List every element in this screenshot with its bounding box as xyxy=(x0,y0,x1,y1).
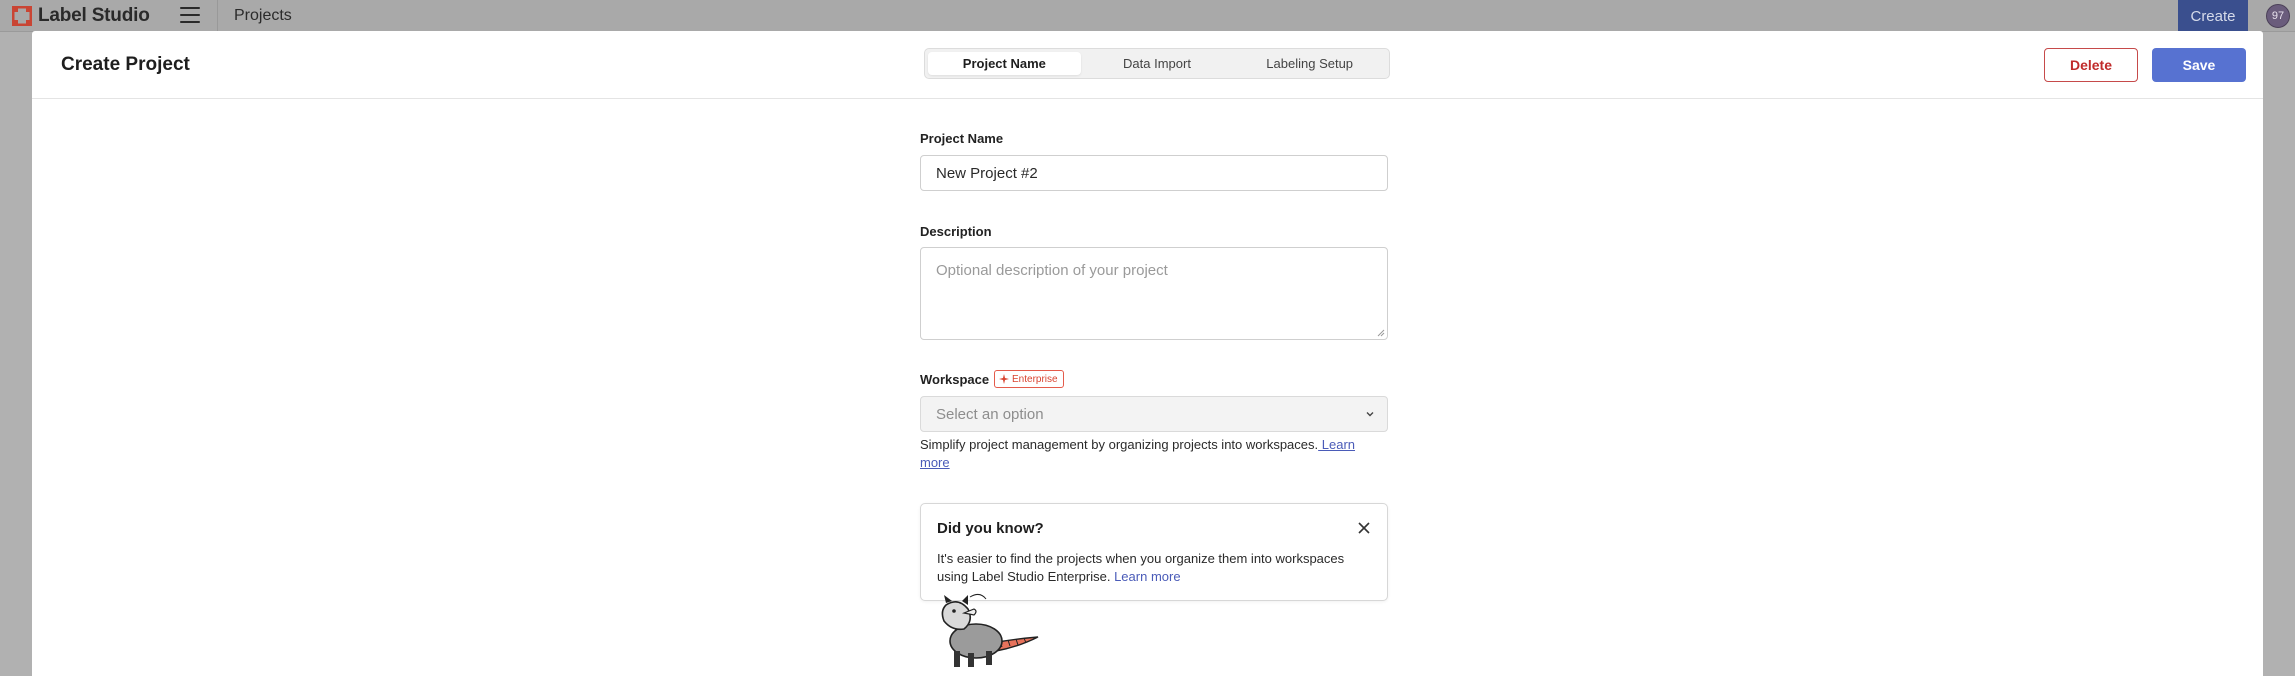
workspace-select[interactable]: Select an option xyxy=(920,396,1388,432)
close-icon[interactable] xyxy=(1357,521,1371,535)
tip-learn-more-link[interactable]: Learn more xyxy=(1114,569,1180,584)
breadcrumb-projects[interactable]: Projects xyxy=(234,7,292,25)
create-button[interactable]: Create xyxy=(2178,0,2248,32)
app-name: Label Studio xyxy=(38,5,150,26)
create-project-modal: Create Project Project Name Data Import … xyxy=(32,31,2263,676)
helper-text: Simplify project management by organizin… xyxy=(920,437,1319,452)
workspace-placeholder: Select an option xyxy=(936,405,1044,423)
did-you-know-card: Did you know? It's easier to find the pr… xyxy=(920,503,1388,601)
chevron-down-icon xyxy=(1366,412,1374,417)
page-title: Create Project xyxy=(61,54,190,75)
divider xyxy=(217,0,218,32)
project-name-value: New Project #2 xyxy=(936,164,1038,182)
enterprise-badge-label: Enterprise xyxy=(1012,373,1058,385)
tab-labeling-setup[interactable]: Labeling Setup xyxy=(1233,52,1386,75)
resize-grip-icon[interactable] xyxy=(1377,329,1385,337)
avatar[interactable]: 97 xyxy=(2266,4,2290,28)
tab-project-name[interactable]: Project Name xyxy=(928,52,1081,75)
sparkle-icon xyxy=(999,374,1009,384)
tip-title: Did you know? xyxy=(937,520,1044,537)
workspace-label: Workspace xyxy=(920,372,990,387)
enterprise-badge: Enterprise xyxy=(994,370,1064,388)
top-app-bar: Label Studio Projects Create 97 xyxy=(0,0,2295,32)
opossum-mascot-icon xyxy=(941,593,1039,667)
workspace-helper-text: Simplify project management by organizin… xyxy=(920,436,1388,472)
step-tabs: Project Name Data Import Labeling Setup xyxy=(924,48,1390,79)
tip-text: It's easier to find the projects when yo… xyxy=(937,550,1377,586)
project-name-label: Project Name xyxy=(920,131,1004,146)
menu-icon[interactable] xyxy=(180,7,200,25)
description-input[interactable]: Optional description of your project xyxy=(920,247,1388,340)
modal-header: Create Project Project Name Data Import … xyxy=(32,31,2263,99)
save-button[interactable]: Save xyxy=(2152,48,2246,82)
description-label: Description xyxy=(920,224,992,239)
tab-data-import[interactable]: Data Import xyxy=(1081,52,1234,75)
project-name-input[interactable]: New Project #2 xyxy=(920,155,1388,191)
delete-button[interactable]: Delete xyxy=(2044,48,2138,82)
description-placeholder: Optional description of your project xyxy=(936,262,1168,279)
app-logo[interactable]: Label Studio xyxy=(12,5,150,26)
label-studio-logo-icon xyxy=(12,6,32,26)
